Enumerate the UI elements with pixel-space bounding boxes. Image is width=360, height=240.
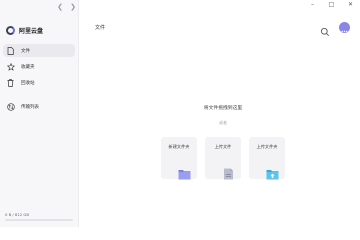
sidebar-item-label: 收藏夹 [21, 64, 35, 70]
action-cards: 新建文件夹 上传文件 上传文件夹 [161, 137, 285, 180]
brand-name: 阿里云盘 [19, 28, 44, 35]
card-label: 上传文件夹 [256, 144, 278, 149]
brand: 阿里云盘 [6, 26, 43, 35]
card-label: 上传文件 [214, 144, 232, 149]
minimize-icon[interactable]: – [303, 0, 322, 10]
storage-bar [5, 219, 73, 221]
new-folder-button[interactable]: 新建文件夹 [161, 137, 197, 180]
file-icon [6, 46, 15, 55]
upload-file-icon [222, 165, 235, 180]
card-label: 新建文件夹 [168, 144, 190, 149]
menu-divider [3, 92, 75, 100]
upload-folder-button[interactable]: 上传文件夹 [249, 137, 285, 180]
search-icon[interactable] [320, 22, 330, 37]
storage-info[interactable]: 0 B / 812 GB [5, 212, 73, 221]
sidebar-item-files[interactable]: 文件 [3, 44, 75, 57]
logo-icon [6, 26, 15, 35]
sidebar-menu: 文件 收藏夹 回收站 传输列表 [3, 44, 75, 116]
maximize-icon[interactable]: □ [322, 0, 341, 10]
sidebar-item-favorites[interactable]: 收藏夹 [3, 60, 75, 73]
close-icon[interactable]: ✕ [341, 0, 360, 10]
page-title: 文件 [95, 25, 106, 31]
sidebar-item-label: 文件 [21, 48, 30, 54]
sidebar-item-label: 回收站 [21, 80, 35, 86]
drop-sub: 或者 [219, 120, 227, 125]
drop-hint: 将文件拖拽到这里 [203, 106, 243, 111]
forward-icon[interactable]: ❯ [69, 3, 77, 11]
star-icon [6, 62, 15, 71]
trash-icon [6, 78, 15, 87]
window-controls: – □ ✕ [303, 0, 360, 10]
upload-file-button[interactable]: 上传文件 [205, 137, 241, 180]
back-icon[interactable]: ❮ [56, 3, 64, 11]
transfer-icon [6, 102, 15, 111]
avatar[interactable] [339, 22, 350, 33]
sidebar-item-trash[interactable]: 回收站 [3, 76, 75, 89]
new-folder-icon [178, 165, 191, 180]
sidebar-item-label: 传输列表 [21, 104, 39, 110]
sidebar: ❮ ❯ 阿里云盘 文件 收藏夹 回收站 传输列表 0 B / 812 GB [0, 0, 79, 227]
upload-folder-icon [266, 165, 279, 180]
storage-text: 0 B / 812 GB [5, 212, 29, 217]
sidebar-item-transfers[interactable]: 传输列表 [3, 100, 75, 113]
nav-arrows: ❮ ❯ [56, 3, 77, 11]
